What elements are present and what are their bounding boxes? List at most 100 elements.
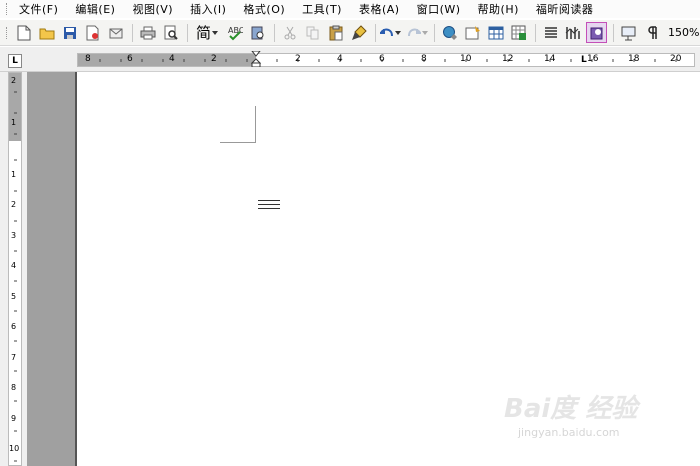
menu-file[interactable]: 文件(F): [19, 1, 58, 17]
research-icon: [251, 26, 263, 39]
right-tab-stop-icon[interactable]: L: [581, 55, 587, 65]
ruler-label: 18: [628, 54, 640, 64]
vruler-label: 1: [11, 118, 17, 127]
toolbar-separator: [613, 23, 614, 42]
save-button[interactable]: [59, 22, 80, 43]
ruler-label: 8: [421, 54, 427, 64]
page-gutter: [27, 72, 75, 466]
paragraph-mark-icon: [647, 25, 657, 39]
indent-marker[interactable]: [251, 51, 261, 67]
ruler-label: 2: [211, 54, 217, 64]
paragraph-mark-button[interactable]: [641, 22, 662, 43]
drawing-icon: [565, 26, 580, 39]
tab-stop-selector[interactable]: L: [8, 54, 22, 68]
svg-text:ABC: ABC: [228, 26, 243, 35]
scissors-icon: [284, 26, 295, 39]
toolbar-grip[interactable]: [6, 26, 9, 39]
menu-help[interactable]: 帮助(H): [478, 1, 519, 17]
chevron-down-icon: [395, 30, 401, 35]
baidu-logo: Bai度 经验: [504, 394, 638, 424]
toolbar-separator: [535, 23, 536, 42]
toolbar-separator: [132, 23, 133, 42]
redo-icon: [408, 28, 421, 36]
ruler-label: 6: [379, 54, 385, 64]
chevron-down-icon: [212, 30, 218, 35]
menu-edit[interactable]: 编辑(E): [75, 1, 115, 17]
insert-hyperlink-button[interactable]: [439, 22, 460, 43]
vertical-ruler[interactable]: 2 1 1 2 3 4 5 6 7 8 9 10: [8, 72, 22, 466]
menu-tools[interactable]: 工具(T): [302, 1, 342, 17]
tab-stop-label: L: [12, 56, 18, 66]
new-document-button[interactable]: [13, 22, 34, 43]
columns-button[interactable]: [540, 22, 561, 43]
vruler-label: 5: [11, 292, 17, 301]
new-document-icon: [17, 25, 30, 40]
email-button[interactable]: [105, 22, 126, 43]
baidu-watermark: Bai度 经验 jingyan.baidu.com: [504, 388, 664, 448]
paste-button[interactable]: [325, 22, 346, 43]
toolbar-separator: [434, 23, 435, 42]
cut-button[interactable]: [279, 22, 300, 43]
show-hide-button[interactable]: [618, 22, 639, 43]
menu-bar: 文件(F) 编辑(E) 视图(V) 插入(I) 格式(O) 工具(T) 表格(A…: [0, 0, 700, 18]
clipboard-icon: [329, 25, 342, 40]
spelling-grammar-button[interactable]: ABC: [224, 22, 245, 43]
ruler-label: 16: [587, 54, 599, 64]
watermark-url: jingyan.baidu.com: [518, 426, 620, 439]
vruler-label: 4: [11, 261, 17, 270]
ruler-label: 4: [169, 54, 175, 64]
insert-table-button[interactable]: [485, 22, 506, 43]
text-boundary-corner: [220, 142, 256, 143]
hyperlink-globe-icon: [442, 25, 457, 40]
research-button[interactable]: [247, 22, 268, 43]
format-painter-button[interactable]: [348, 22, 369, 43]
printer-icon: [140, 26, 155, 39]
format-painter-icon: [351, 24, 367, 40]
ruler-label: 4: [337, 54, 343, 64]
copy-button[interactable]: [302, 22, 323, 43]
tables-borders-button[interactable]: [462, 22, 483, 43]
horizontal-ruler[interactable]: 8 6 4 2 2 4 6 8 10 12 14 16 18 20 L: [77, 51, 695, 67]
vruler-label: 10: [9, 444, 20, 453]
text-boundary-corner: [255, 106, 256, 142]
insert-excel-button[interactable]: [508, 22, 529, 43]
menu-format[interactable]: 格式(O): [243, 1, 285, 17]
menu-view[interactable]: 视图(V): [132, 1, 173, 17]
reading-layout-icon: [621, 26, 635, 40]
vruler-label: 6: [11, 322, 17, 331]
vruler-label: 9: [11, 414, 17, 423]
vruler-label: 3: [11, 231, 17, 240]
ruler-label: 8: [85, 54, 91, 64]
menu-window[interactable]: 窗口(W): [417, 1, 461, 17]
menu-table[interactable]: 表格(A): [359, 1, 400, 17]
menu-insert[interactable]: 插入(I): [190, 1, 226, 17]
open-button[interactable]: [36, 22, 57, 43]
menu-foxit-reader[interactable]: 福昕阅读器: [536, 1, 594, 17]
undo-button[interactable]: [380, 22, 401, 43]
drawing-button[interactable]: [563, 22, 584, 43]
columns-icon: [544, 26, 557, 38]
vertical-ruler-bar: 2 1 1 2 3 4 5 6 7 8 9 10: [0, 72, 27, 466]
print-preview-button[interactable]: [160, 22, 181, 43]
permission-button[interactable]: [82, 22, 103, 43]
spelling-check-icon: ABC: [228, 26, 243, 40]
tables-borders-icon: [465, 25, 480, 39]
ruler-label: 14: [544, 54, 556, 64]
save-disk-icon: [63, 26, 76, 39]
vruler-label: 1: [11, 170, 17, 179]
zoom-level[interactable]: 150%: [668, 26, 699, 39]
chevron-down-icon: [422, 30, 428, 35]
print-button[interactable]: [137, 22, 158, 43]
ruler-label: 20: [670, 54, 682, 64]
document-map-icon: [590, 27, 602, 39]
vruler-label: 7: [11, 353, 17, 362]
text-cursor-mark: [258, 200, 280, 212]
table-icon: [488, 26, 503, 39]
excel-sheet-icon: [511, 25, 526, 40]
redo-button[interactable]: [407, 22, 428, 43]
simplified-chinese-button[interactable]: 简: [192, 22, 222, 43]
menu-grip[interactable]: [6, 3, 9, 15]
permission-icon: [86, 25, 98, 40]
document-map-button[interactable]: [586, 22, 607, 43]
toolbar-separator: [187, 23, 188, 42]
